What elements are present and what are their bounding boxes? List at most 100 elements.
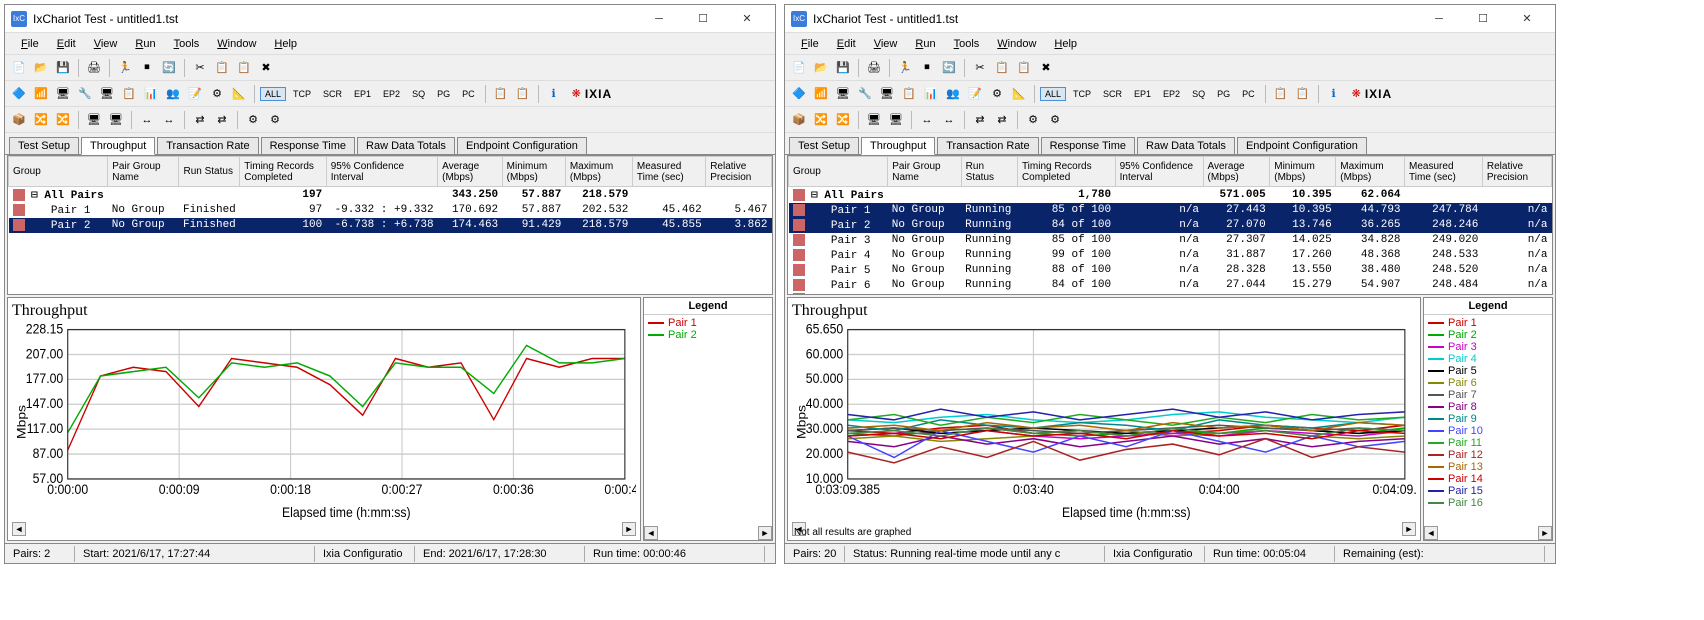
- toolbar-icon[interactable]: 🔄: [939, 58, 959, 78]
- maximize-button[interactable]: ☐: [1461, 5, 1505, 33]
- toolbar-icon[interactable]: 📐: [229, 84, 249, 104]
- legend-item[interactable]: Pair 15: [1428, 485, 1548, 497]
- menu-window[interactable]: Window: [989, 36, 1044, 52]
- menu-tools[interactable]: Tools: [166, 36, 208, 52]
- table-row[interactable]: Pair 5No GroupRunning88 of 100n/a28.3281…: [789, 263, 1552, 278]
- table-row[interactable]: Pair 1No GroupFinished97-9.332 : +9.3321…: [9, 203, 772, 218]
- close-button[interactable]: ✕: [1505, 5, 1549, 33]
- table-row[interactable]: Pair 3No GroupRunning85 of 100n/a27.3071…: [789, 233, 1552, 248]
- toolbar-icon[interactable]: ✂: [190, 58, 210, 78]
- column-header[interactable]: Timing Records Completed: [1017, 157, 1115, 187]
- tab-response-time[interactable]: Response Time: [1041, 137, 1135, 154]
- mode-pg[interactable]: PG: [1212, 87, 1235, 101]
- scroll-left-icon[interactable]: ◄: [12, 522, 26, 536]
- toolbar-icon[interactable]: 📋: [234, 58, 254, 78]
- tab-test-setup[interactable]: Test Setup: [789, 137, 859, 154]
- toolbar-icon[interactable]: 🖥: [84, 110, 104, 130]
- legend-item[interactable]: Pair 12: [1428, 449, 1548, 461]
- column-header[interactable]: Maximum (Mbps): [565, 157, 632, 187]
- tab-endpoint-configuration[interactable]: Endpoint Configuration: [457, 137, 587, 154]
- mode-all[interactable]: ALL: [260, 87, 286, 101]
- legend-item[interactable]: Pair 14: [1428, 473, 1548, 485]
- toolbar-icon[interactable]: ⚙: [265, 110, 285, 130]
- tab-transaction-rate[interactable]: Transaction Rate: [157, 137, 258, 154]
- toolbar-icon[interactable]: ⏹: [137, 58, 157, 78]
- mode-scr[interactable]: SCR: [318, 87, 347, 101]
- column-header[interactable]: Average (Mbps): [1203, 157, 1270, 187]
- toolbar-icon[interactable]: 👥: [943, 84, 963, 104]
- mode-ep2[interactable]: EP2: [378, 87, 405, 101]
- toolbar-icon[interactable]: 📦: [9, 110, 29, 130]
- column-header[interactable]: Minimum (Mbps): [502, 157, 565, 187]
- menu-help[interactable]: Help: [1046, 36, 1085, 52]
- menu-run[interactable]: Run: [907, 36, 943, 52]
- column-header[interactable]: Relative Precision: [706, 157, 772, 187]
- toolbar-icon[interactable]: 🔧: [75, 84, 95, 104]
- tab-raw-data-totals[interactable]: Raw Data Totals: [1137, 137, 1235, 154]
- mode-pc[interactable]: PC: [457, 87, 480, 101]
- toolbar-icon[interactable]: 🔀: [833, 110, 853, 130]
- toolbar-icon[interactable]: 📋: [119, 84, 139, 104]
- info-icon[interactable]: ℹ: [544, 84, 564, 104]
- menu-file[interactable]: File: [793, 36, 827, 52]
- toolbar-icon[interactable]: ⏹: [917, 58, 937, 78]
- toolbar-icon[interactable]: 🖥: [877, 84, 897, 104]
- legend-item[interactable]: Pair 5: [1428, 365, 1548, 377]
- mode-all[interactable]: ALL: [1040, 87, 1066, 101]
- tab-raw-data-totals[interactable]: Raw Data Totals: [357, 137, 455, 154]
- legend-item[interactable]: Pair 9: [1428, 413, 1548, 425]
- results-table[interactable]: GroupPair Group NameRun StatusTiming Rec…: [787, 155, 1553, 295]
- toolbar-icon[interactable]: 📊: [921, 84, 941, 104]
- column-header[interactable]: 95% Confidence Interval: [326, 157, 437, 187]
- toolbar-icon[interactable]: 📋: [1293, 84, 1313, 104]
- toolbar-icon[interactable]: ↔: [137, 110, 157, 130]
- toolbar-icon[interactable]: 📋: [1271, 84, 1291, 104]
- scroll-left-icon[interactable]: ◄: [1424, 526, 1438, 540]
- legend-item[interactable]: Pair 2: [1428, 329, 1548, 341]
- legend-item[interactable]: Pair 4: [1428, 353, 1548, 365]
- tab-endpoint-configuration[interactable]: Endpoint Configuration: [1237, 137, 1367, 154]
- toolbar-icon[interactable]: 🖥: [106, 110, 126, 130]
- toolbar-icon[interactable]: 🖥: [833, 84, 853, 104]
- toolbar-icon[interactable]: 📂: [811, 58, 831, 78]
- toolbar-icon[interactable]: ✖: [1036, 58, 1056, 78]
- info-icon[interactable]: ℹ: [1324, 84, 1344, 104]
- table-row[interactable]: Pair 2No GroupRunning84 of 100n/a27.0701…: [789, 218, 1552, 233]
- toolbar-icon[interactable]: 📋: [899, 84, 919, 104]
- toolbar-icon[interactable]: ⚙: [1023, 110, 1043, 130]
- toolbar-icon[interactable]: ⇄: [992, 110, 1012, 130]
- toolbar-icon[interactable]: 🔷: [9, 84, 29, 104]
- toolbar-icon[interactable]: 🖨: [864, 58, 884, 78]
- scroll-right-icon[interactable]: ►: [1402, 522, 1416, 536]
- column-header[interactable]: Measured Time (sec): [1405, 157, 1483, 187]
- column-header[interactable]: Timing Records Completed: [240, 157, 326, 187]
- toolbar-icon[interactable]: 🖥: [886, 110, 906, 130]
- menu-run[interactable]: Run: [127, 36, 163, 52]
- mode-scr[interactable]: SCR: [1098, 87, 1127, 101]
- toolbar-icon[interactable]: 📋: [212, 58, 232, 78]
- toolbar-icon[interactable]: ↔: [159, 110, 179, 130]
- menu-window[interactable]: Window: [209, 36, 264, 52]
- menu-view[interactable]: View: [866, 36, 906, 52]
- all-pairs-row[interactable]: ⊟ All Pairs1,780571.00510.39562.064: [789, 187, 1552, 204]
- results-table[interactable]: GroupPair Group NameRun StatusTiming Rec…: [7, 155, 773, 295]
- mode-ep1[interactable]: EP1: [349, 87, 376, 101]
- legend-item[interactable]: Pair 6: [1428, 377, 1548, 389]
- mode-sq[interactable]: SQ: [407, 87, 430, 101]
- toolbar-icon[interactable]: 📋: [513, 84, 533, 104]
- legend-item[interactable]: Pair 11: [1428, 437, 1548, 449]
- toolbar-icon[interactable]: 📶: [811, 84, 831, 104]
- toolbar-icon[interactable]: ✖: [256, 58, 276, 78]
- toolbar-icon[interactable]: 👥: [163, 84, 183, 104]
- menu-tools[interactable]: Tools: [946, 36, 988, 52]
- legend-item[interactable]: Pair 10: [1428, 425, 1548, 437]
- toolbar-icon[interactable]: 📝: [965, 84, 985, 104]
- toolbar-icon[interactable]: 📦: [789, 110, 809, 130]
- legend-item[interactable]: Pair 13: [1428, 461, 1548, 473]
- legend-item[interactable]: Pair 3: [1428, 341, 1548, 353]
- table-row[interactable]: Pair 1No GroupRunning85 of 100n/a27.4431…: [789, 203, 1552, 218]
- toolbar-icon[interactable]: 📝: [185, 84, 205, 104]
- mode-pg[interactable]: PG: [432, 87, 455, 101]
- legend-item[interactable]: Pair 1: [1428, 317, 1548, 329]
- toolbar-icon[interactable]: ⇄: [212, 110, 232, 130]
